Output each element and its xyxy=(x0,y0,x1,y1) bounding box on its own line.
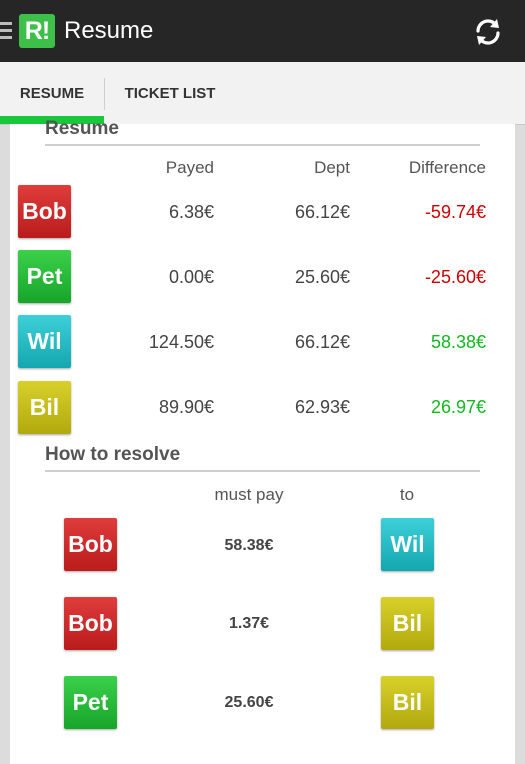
payed-header: Payed xyxy=(165,158,214,177)
payment-amount: 25.60€ xyxy=(224,694,274,711)
payer-avatar[interactable]: Bob xyxy=(64,597,117,650)
payed-value: 6.38€ xyxy=(168,202,214,222)
tab-resume[interactable]: RESUME xyxy=(0,62,104,124)
payee-avatar[interactable]: Wil xyxy=(381,518,434,571)
tab-ticket-list[interactable]: TICKET LIST xyxy=(105,62,235,124)
payee-avatar[interactable]: Bil xyxy=(381,597,434,650)
dept-value: 66.12€ xyxy=(294,332,350,352)
resume-card: Resume Payed Dept Difference Bob 6.38€ 6… xyxy=(10,118,515,764)
must-pay-header: must pay xyxy=(214,485,284,504)
difference-value: 58.38€ xyxy=(430,332,486,352)
app-title: Resume xyxy=(64,17,154,44)
difference-value: -59.74€ xyxy=(424,202,486,222)
difference-value: 26.97€ xyxy=(430,397,486,417)
avatar[interactable]: Wil xyxy=(18,315,71,368)
payment-amount: 1.37€ xyxy=(228,615,270,632)
menu-icon[interactable] xyxy=(0,22,12,40)
avatar[interactable]: Pet xyxy=(18,250,71,303)
resume-divider xyxy=(45,144,480,146)
payed-value: 89.90€ xyxy=(158,397,214,417)
avatar[interactable]: Bob xyxy=(18,185,71,238)
difference-value: -25.60€ xyxy=(424,267,486,287)
payer-avatar[interactable]: Pet xyxy=(64,676,117,729)
resume-section-title: Resume xyxy=(45,118,119,139)
resolve-section-title: How to resolve xyxy=(45,444,181,465)
dept-header: Dept xyxy=(314,158,350,177)
app-bar: R! Resume xyxy=(0,0,525,62)
dept-value: 66.12€ xyxy=(294,202,350,222)
resolve-divider xyxy=(45,470,480,472)
payee-avatar[interactable]: Bil xyxy=(381,676,434,729)
dept-value: 62.93€ xyxy=(294,397,350,417)
app-logo[interactable]: R! xyxy=(19,14,55,48)
payed-value: 124.50€ xyxy=(148,332,214,352)
dept-value: 25.60€ xyxy=(294,267,350,287)
payed-value: 0.00€ xyxy=(168,267,214,287)
payer-avatar[interactable]: Bob xyxy=(64,518,117,571)
avatar[interactable]: Bil xyxy=(18,381,71,434)
tab-bar: RESUME TICKET LIST xyxy=(0,62,525,125)
payment-amount: 58.38€ xyxy=(224,537,274,554)
refresh-icon[interactable] xyxy=(470,14,506,50)
difference-header: Difference xyxy=(408,158,486,177)
to-header: to xyxy=(399,485,415,504)
